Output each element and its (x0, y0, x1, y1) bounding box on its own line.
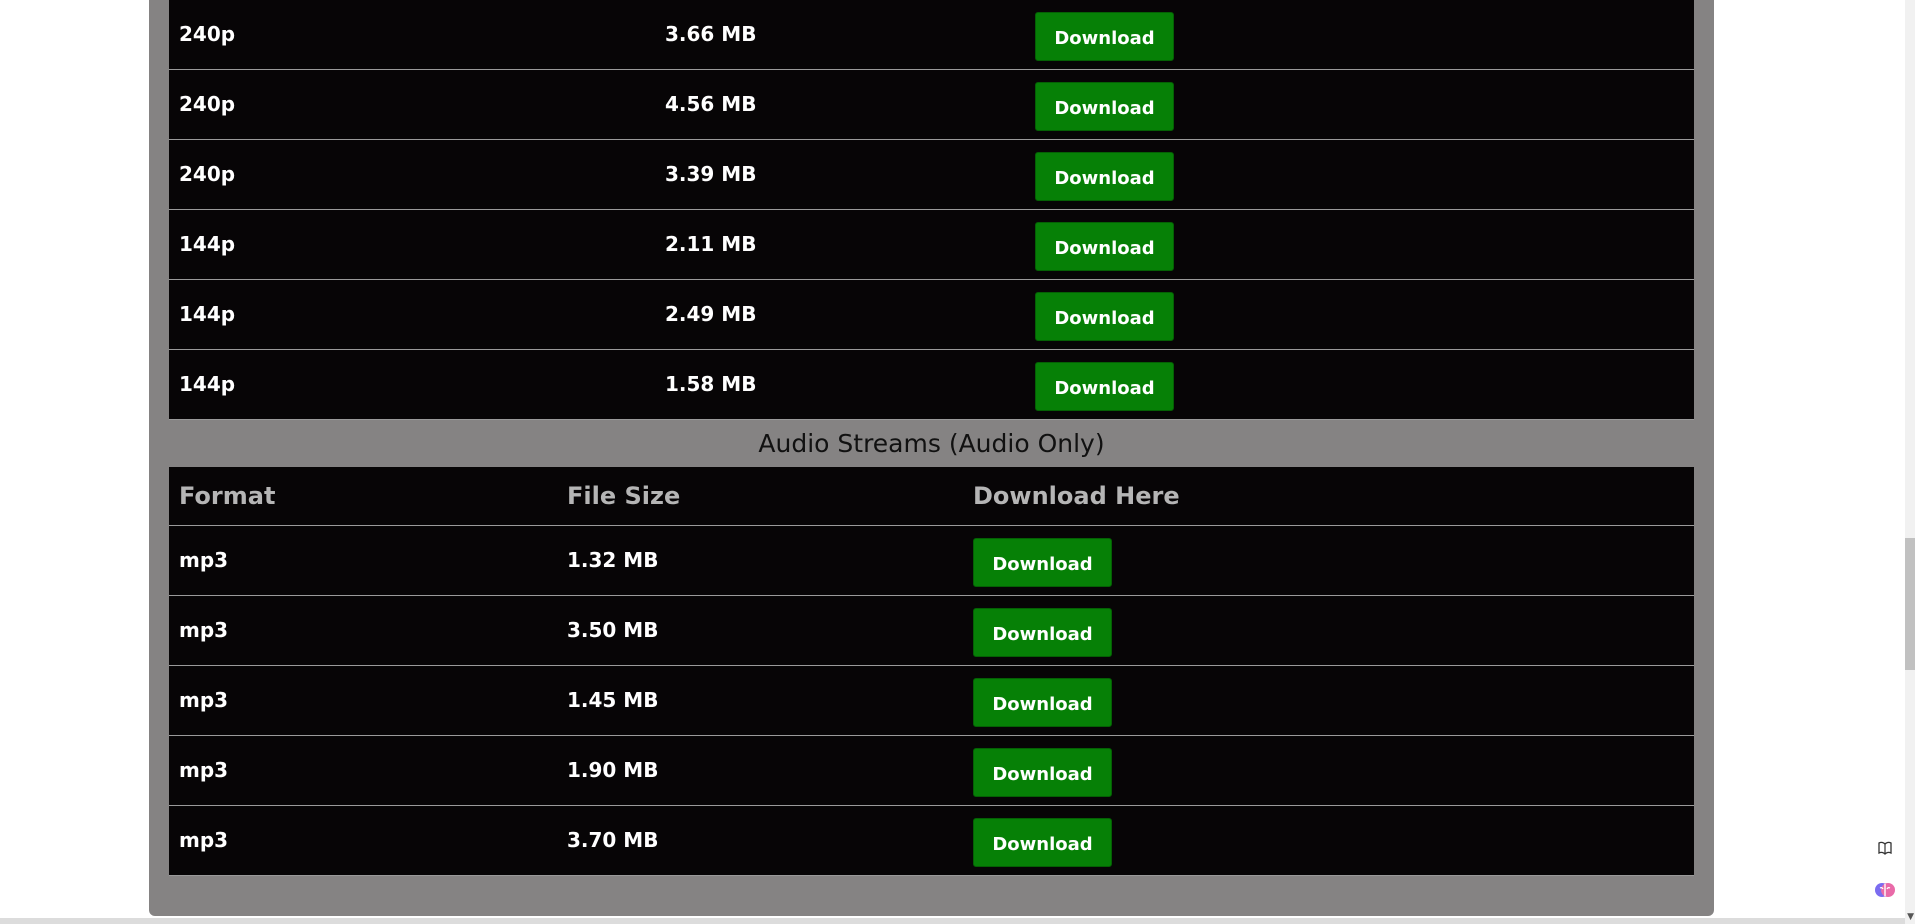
column-header-file-size: File Size (567, 482, 681, 510)
file-size-cell: 3.70 MB (567, 828, 659, 852)
file-size-cell: 1.58 MB (665, 372, 757, 396)
table-row: mp3 3.50 MB Download (169, 596, 1694, 666)
format-cell: mp3 (179, 758, 229, 782)
file-size-cell: 3.66 MB (665, 22, 757, 46)
file-size-cell: 1.90 MB (567, 758, 659, 782)
format-cell: 144p (179, 302, 236, 326)
brain-icon[interactable] (1873, 878, 1897, 902)
file-size-cell: 2.11 MB (665, 232, 757, 256)
table-row: mp3 1.45 MB Download (169, 666, 1694, 736)
table-header: Format File Size Download Here (169, 467, 1694, 526)
file-size-cell: 1.32 MB (567, 548, 659, 572)
table-row: 144p 2.11 MB Download (169, 210, 1694, 280)
column-header-format: Format (179, 482, 276, 510)
table-row: 240p 3.39 MB Download (169, 140, 1694, 210)
format-cell: mp3 (179, 828, 229, 852)
file-size-cell: 3.50 MB (567, 618, 659, 642)
download-button[interactable]: Download (973, 608, 1112, 657)
audio-section-title: Audio Streams (Audio Only) (758, 429, 1105, 458)
file-size-cell: 4.56 MB (665, 92, 757, 116)
download-button[interactable]: Download (973, 818, 1112, 867)
file-size-cell: 3.39 MB (665, 162, 757, 186)
download-button[interactable]: Download (1035, 82, 1174, 131)
horizontal-scrollbar[interactable] (0, 918, 1905, 924)
download-button[interactable]: Download (973, 538, 1112, 587)
table-row: mp3 1.90 MB Download (169, 736, 1694, 806)
scroll-down-arrow-icon[interactable]: ▼ (1907, 912, 1914, 922)
audio-streams-table: Format File Size Download Here mp3 1.32 … (169, 467, 1694, 876)
file-size-cell: 1.45 MB (567, 688, 659, 712)
download-button[interactable]: Download (1035, 362, 1174, 411)
book-icon[interactable] (1873, 836, 1897, 860)
format-cell: 144p (179, 232, 236, 256)
download-button[interactable]: Download (1035, 12, 1174, 61)
scrollbar-thumb[interactable] (1905, 538, 1915, 670)
table-row: 240p 4.56 MB Download (169, 70, 1694, 140)
download-button[interactable]: Download (973, 748, 1112, 797)
format-cell: mp3 (179, 688, 229, 712)
download-button[interactable]: Download (1035, 152, 1174, 201)
table-row: mp3 1.32 MB Download (169, 526, 1694, 596)
download-button[interactable]: Download (973, 678, 1112, 727)
format-cell: 240p (179, 162, 236, 186)
vertical-scrollbar[interactable] (1905, 0, 1915, 924)
format-cell: mp3 (179, 548, 229, 572)
video-streams-table: 240p 3.66 MB Download 240p 4.56 MB Downl… (169, 0, 1694, 420)
table-row: mp3 3.70 MB Download (169, 806, 1694, 876)
format-cell: mp3 (179, 618, 229, 642)
download-button[interactable]: Download (1035, 292, 1174, 341)
file-size-cell: 2.49 MB (665, 302, 757, 326)
column-header-download: Download Here (973, 482, 1180, 510)
format-cell: 144p (179, 372, 236, 396)
table-row: 144p 2.49 MB Download (169, 280, 1694, 350)
table-row: 240p 3.66 MB Download (169, 0, 1694, 70)
download-button[interactable]: Download (1035, 222, 1174, 271)
format-cell: 240p (179, 92, 236, 116)
table-row: 144p 1.58 MB Download (169, 350, 1694, 420)
format-cell: 240p (179, 22, 236, 46)
